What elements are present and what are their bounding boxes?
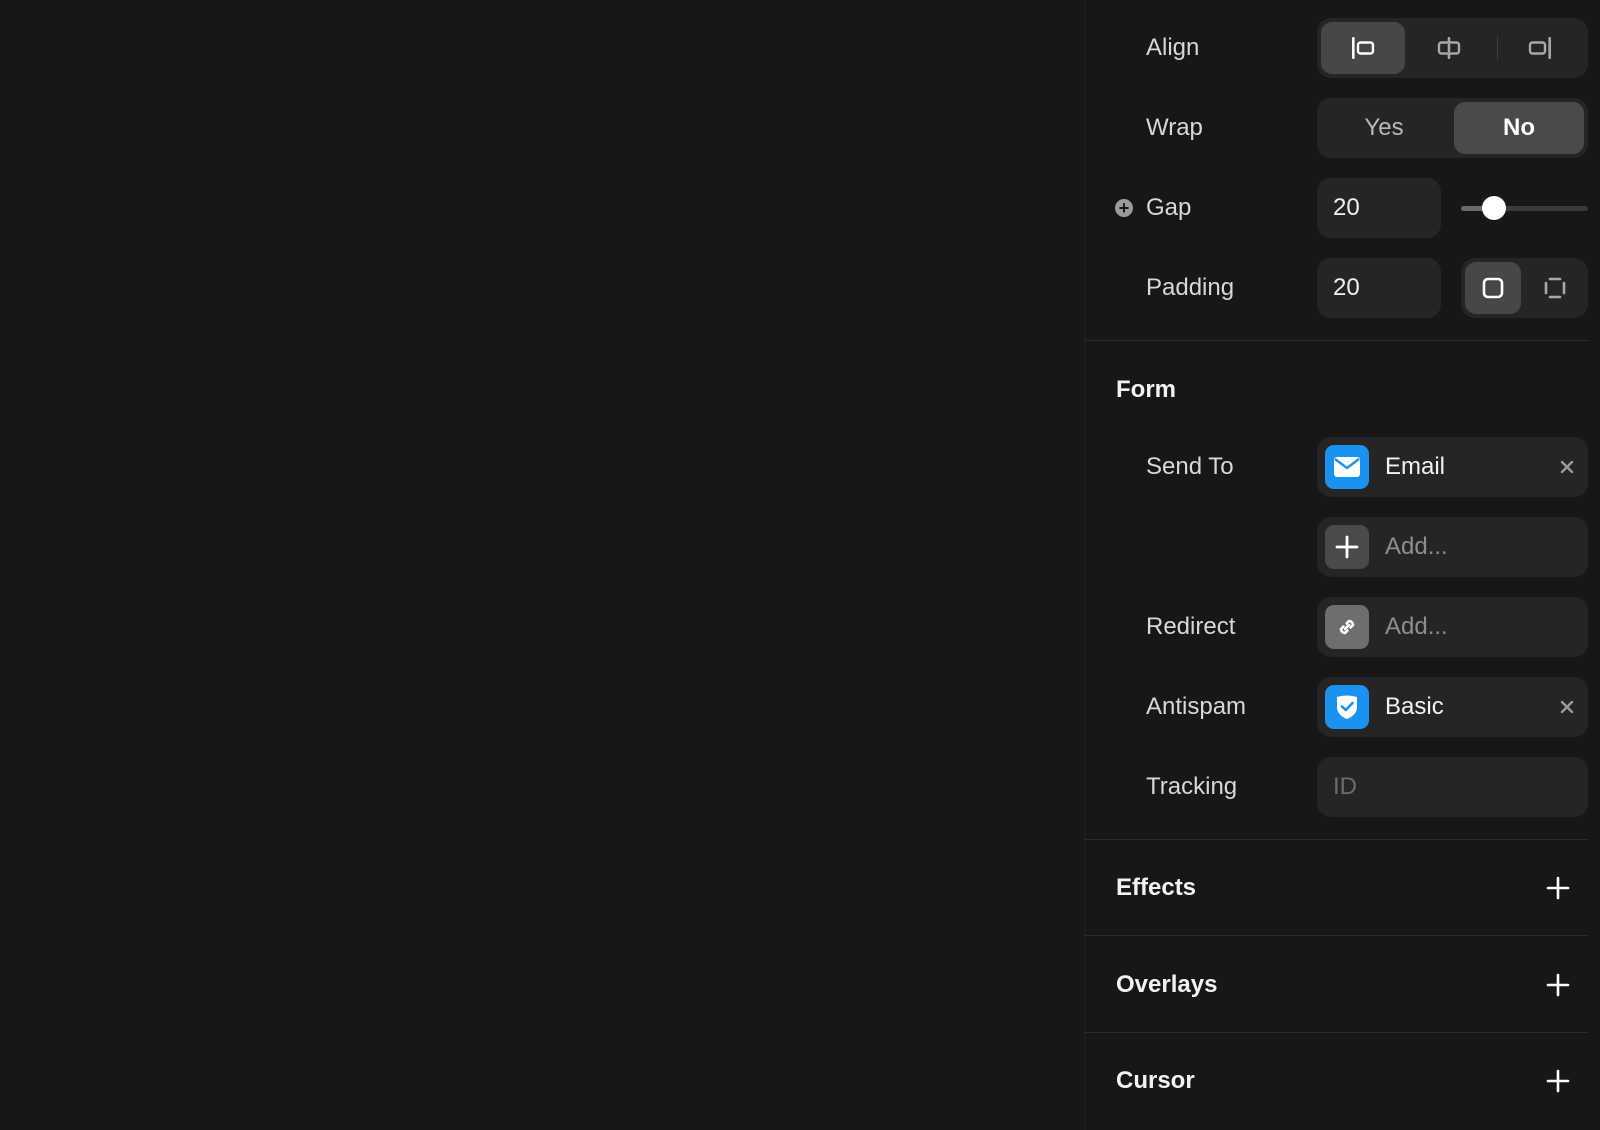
remove-send-to-icon[interactable] <box>1559 459 1575 475</box>
cursor-section-title: Cursor <box>1116 1067 1195 1094</box>
add-effect-plus-icon[interactable] <box>1545 875 1571 901</box>
gap-slider-thumb[interactable] <box>1482 196 1507 220</box>
link-icon <box>1325 605 1369 649</box>
properties-panel: Align Wrap Yes No + Gap 20 Padding 20 Fo… <box>1084 0 1600 1130</box>
remove-antispam-icon[interactable] <box>1559 699 1575 715</box>
send-to-label: Send To <box>1146 453 1234 480</box>
align-left-icon <box>1352 37 1375 59</box>
align-center-icon <box>1437 37 1461 59</box>
square-icon <box>1482 277 1504 299</box>
align-center-button[interactable] <box>1407 22 1491 74</box>
mail-icon <box>1325 445 1369 489</box>
add-cursor-plus-icon[interactable] <box>1545 1068 1571 1094</box>
add-recipient-row: Add... <box>1085 517 1600 577</box>
tracking-label: Tracking <box>1146 773 1238 800</box>
section-divider <box>1085 340 1588 341</box>
add-recipient-placeholder: Add... <box>1385 533 1448 560</box>
add-breakpoint-icon[interactable]: + <box>1115 199 1133 217</box>
add-overlay-plus-icon[interactable] <box>1545 972 1571 998</box>
section-divider <box>1085 1032 1588 1033</box>
padding-row: Padding 20 <box>1085 258 1600 318</box>
antispam-row: Antispam Basic <box>1085 677 1600 737</box>
gap-row: + Gap 20 <box>1085 178 1600 238</box>
align-right-icon <box>1528 37 1551 59</box>
dashed-square-icon <box>1544 277 1566 299</box>
redirect-field[interactable]: Add... <box>1317 597 1588 657</box>
add-recipient-field[interactable]: Add... <box>1317 517 1588 577</box>
wrap-label: Wrap <box>1146 114 1203 141</box>
padding-mode-toggle <box>1461 258 1588 318</box>
gap-input[interactable]: 20 <box>1317 178 1441 238</box>
padding-uniform-button[interactable] <box>1465 262 1521 314</box>
align-row: Align <box>1085 18 1600 78</box>
overlays-section-title: Overlays <box>1116 971 1218 998</box>
gap-slider[interactable] <box>1461 196 1588 220</box>
align-segmented-control <box>1317 18 1588 78</box>
align-label: Align <box>1146 34 1200 61</box>
wrap-segmented-control: Yes No <box>1317 98 1588 158</box>
align-left-button[interactable] <box>1321 22 1405 74</box>
align-right-button[interactable] <box>1498 22 1582 74</box>
send-to-chip[interactable]: Email <box>1317 437 1588 497</box>
shield-check-icon <box>1325 685 1369 729</box>
padding-individual-button[interactable] <box>1527 262 1583 314</box>
section-divider <box>1085 935 1588 936</box>
padding-input[interactable]: 20 <box>1317 258 1441 318</box>
effects-section-title: Effects <box>1116 874 1197 901</box>
design-canvas[interactable] <box>0 0 1084 1130</box>
plus-icon <box>1325 525 1369 569</box>
wrap-row: Wrap Yes No <box>1085 98 1600 158</box>
tracking-row: Tracking ID <box>1085 757 1600 817</box>
padding-label: Padding <box>1146 274 1235 301</box>
tracking-id-input[interactable]: ID <box>1317 757 1588 817</box>
form-section-title: Form <box>1116 376 1176 403</box>
tracking-id-placeholder: ID <box>1333 773 1357 800</box>
wrap-no-button[interactable]: No <box>1454 102 1584 154</box>
padding-value: 20 <box>1333 274 1360 301</box>
redirect-label: Redirect <box>1146 613 1236 640</box>
redirect-placeholder: Add... <box>1385 613 1448 640</box>
redirect-row: Redirect Add... <box>1085 597 1600 657</box>
wrap-yes-button[interactable]: Yes <box>1319 102 1449 154</box>
gap-value: 20 <box>1333 194 1360 221</box>
send-to-value: Email <box>1385 453 1446 480</box>
antispam-value: Basic <box>1385 693 1444 720</box>
antispam-label: Antispam <box>1146 693 1247 720</box>
gap-label: Gap <box>1146 194 1192 221</box>
antispam-chip[interactable]: Basic <box>1317 677 1588 737</box>
send-to-row: Send To Email <box>1085 437 1600 497</box>
section-divider <box>1085 839 1588 840</box>
